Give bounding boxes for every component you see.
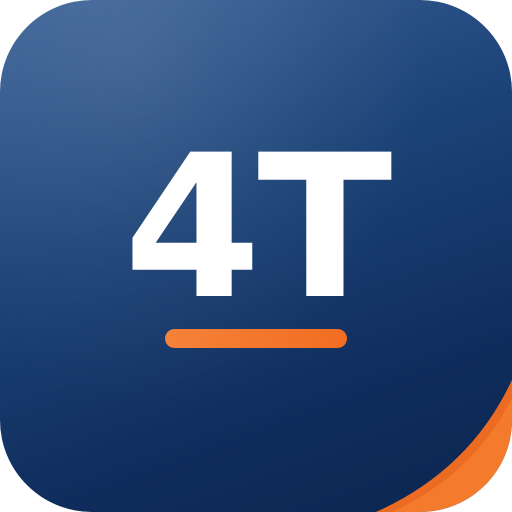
app-icon: 4T	[0, 0, 512, 512]
corner-fold-shape	[376, 380, 512, 512]
corner-fold-accent	[376, 380, 512, 512]
